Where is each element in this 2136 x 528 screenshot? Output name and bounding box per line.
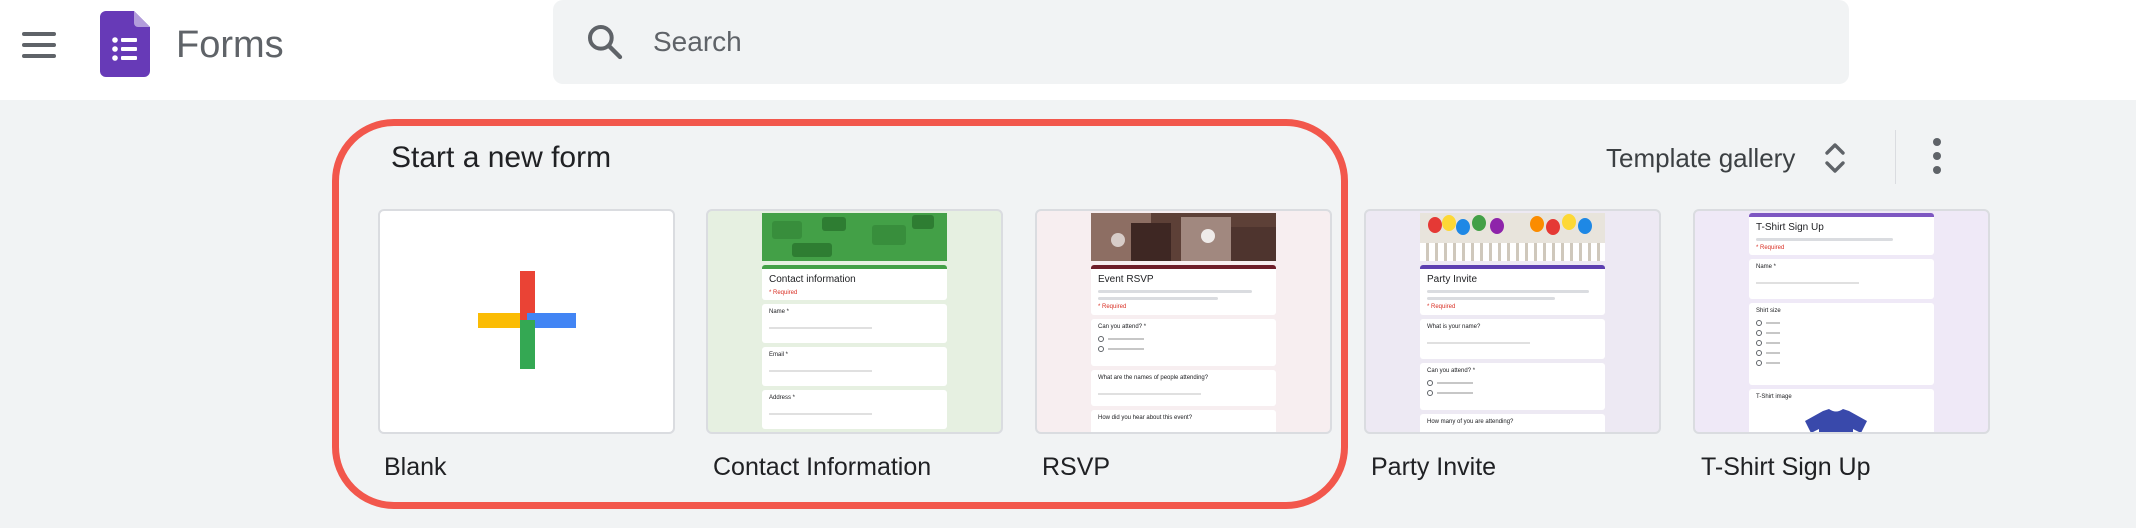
question-card: Address *	[762, 390, 947, 429]
form-title-card: Event RSVP * Required	[1091, 265, 1276, 315]
template-label-contact-information[interactable]: Contact Information	[713, 450, 931, 484]
template-t-shirt-sign-up[interactable]: T-Shirt Sign Up * Required Name * Shirt …	[1693, 209, 1990, 434]
question-card: Can you attend? *	[1091, 319, 1276, 366]
required-note: * Required	[1756, 245, 1785, 251]
template-label-blank[interactable]: Blank	[384, 450, 447, 484]
forms-logo-icon[interactable]	[100, 11, 150, 77]
unfold-more-icon	[1825, 143, 1846, 173]
template-preview: T-Shirt Sign Up * Required Name * Shirt …	[1749, 213, 1934, 432]
t-shirt-image	[1805, 409, 1867, 432]
form-title-card: Party Invite * Required	[1420, 265, 1605, 315]
more-vert-icon[interactable]	[1924, 136, 1950, 176]
header-image	[1091, 213, 1276, 261]
question-text: Shirt size	[1756, 308, 1781, 314]
hamburger-menu-icon[interactable]	[20, 28, 58, 62]
template-preview: Event RSVP * Required Can you attend? * …	[1091, 213, 1276, 432]
template-party-invite[interactable]: Party Invite * Required What is your nam…	[1364, 209, 1661, 434]
question-text: T-Shirt image	[1756, 394, 1792, 400]
form-title: Party Invite	[1427, 274, 1478, 285]
question-card: T-Shirt image	[1749, 389, 1934, 432]
search-input[interactable]	[653, 18, 1803, 66]
question-text: Name *	[1756, 264, 1777, 270]
header-divider	[1895, 130, 1896, 184]
template-rsvp[interactable]: Event RSVP * Required Can you attend? * …	[1035, 209, 1332, 434]
form-title-card: T-Shirt Sign Up * Required	[1749, 213, 1934, 255]
form-title: T-Shirt Sign Up	[1756, 222, 1824, 233]
form-title: Event RSVP	[1098, 274, 1154, 285]
template-contact-information[interactable]: Contact information * Required Name * Em…	[706, 209, 1003, 434]
question-card: Shirt size	[1749, 303, 1934, 385]
question-text: Name *	[769, 309, 790, 315]
search-bar[interactable]	[553, 0, 1849, 84]
question-card: Name *	[1749, 259, 1934, 299]
template-preview: Contact information * Required Name * Em…	[762, 213, 947, 429]
question-text: What are the names of people attending?	[1098, 375, 1209, 381]
question-text: What is your name?	[1427, 324, 1481, 330]
form-title: Contact information	[769, 274, 856, 285]
question-text: Can you attend? *	[1427, 368, 1476, 374]
header-image	[762, 213, 947, 261]
header-image	[1420, 213, 1605, 261]
section-title: Start a new form	[391, 141, 612, 174]
template-gallery-button[interactable]: Template gallery	[1606, 134, 1849, 182]
required-note: * Required	[1098, 304, 1127, 310]
form-title-card: Contact information * Required	[762, 265, 947, 300]
question-text: Email *	[769, 352, 789, 358]
question-card: How did you hear about this event?	[1091, 410, 1276, 432]
app-name[interactable]: Forms	[176, 22, 284, 68]
template-label-rsvp[interactable]: RSVP	[1042, 450, 1110, 484]
plus-icon	[478, 271, 576, 369]
question-card: Name *	[762, 304, 947, 343]
required-note: * Required	[769, 290, 798, 296]
question-card: What are the names of people attending?	[1091, 370, 1276, 406]
question-text: Address *	[769, 395, 796, 401]
search-icon[interactable]	[585, 22, 625, 62]
question-text: How many of you are attending?	[1427, 419, 1514, 425]
template-gallery-label: Template gallery	[1606, 143, 1796, 173]
top-app-bar: Forms	[0, 0, 2136, 100]
question-text: How did you hear about this event?	[1098, 415, 1193, 421]
template-blank[interactable]	[378, 209, 675, 434]
question-card: Can you attend? *	[1420, 363, 1605, 410]
question-text: Can you attend? *	[1098, 324, 1147, 330]
template-label-t-shirt-sign-up[interactable]: T-Shirt Sign Up	[1701, 450, 1871, 484]
required-note: * Required	[1427, 304, 1456, 310]
template-preview: Party Invite * Required What is your nam…	[1420, 213, 1605, 432]
question-card: How many of you are attending?	[1420, 414, 1605, 432]
question-card: What is your name?	[1420, 319, 1605, 359]
question-card: Email *	[762, 347, 947, 386]
template-label-party-invite[interactable]: Party Invite	[1371, 450, 1496, 484]
